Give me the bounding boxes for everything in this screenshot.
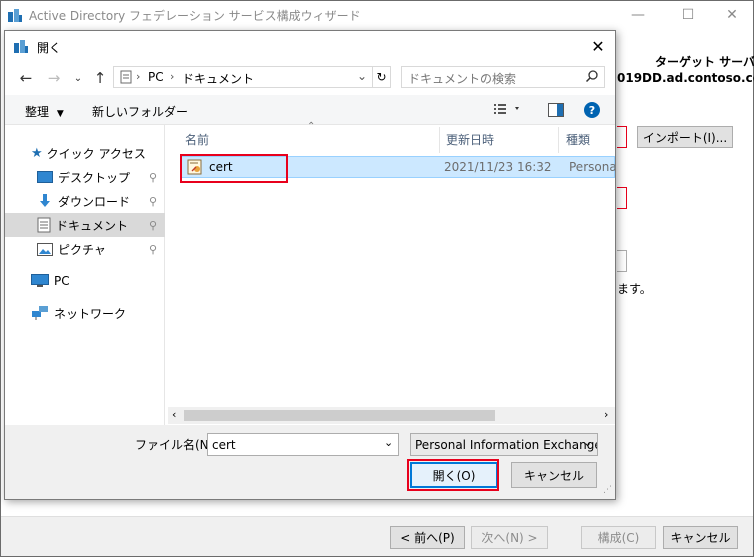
sidebar-item-label: ドキュメント [56,218,129,233]
sidebar-item-label: デスクトップ [58,170,131,185]
scrollbar-thumb[interactable] [184,410,495,421]
close-icon[interactable]: ✕ [709,1,754,29]
maximize-icon[interactable]: ☐ [665,1,711,29]
sidebar-item-label: ピクチャ [58,242,106,257]
picture-icon [37,242,53,256]
sidebar-item-downloads[interactable]: ダウンロード ⚲ [5,189,165,213]
cert-dropdown-edge[interactable] [617,126,627,148]
dialog-titlebar: 開く ✕ [5,31,615,61]
cancel-button[interactable]: キャンセル [511,462,597,488]
up-arrow-icon[interactable]: ↑ [89,67,111,89]
sidebar-item-pc[interactable]: PC [5,269,165,293]
search-input[interactable]: ドキュメントの検索 [408,70,516,87]
scroll-left-icon[interactable]: ‹ [172,408,176,421]
file-type: Personal I [569,160,615,174]
download-icon [37,193,53,209]
document-icon [37,217,51,233]
dialog-close-icon[interactable]: ✕ [583,33,613,59]
target-server-name: 019DD.ad.contoso.com [617,71,754,85]
filename-dropdown-icon[interactable]: ⌄ [384,436,393,449]
configure-button[interactable]: 構成(C) [581,526,656,549]
column-header-type[interactable]: 種類 [566,131,590,151]
star-icon: ★ [31,145,43,161]
sort-up-icon: ⌃ [307,121,316,132]
prev-button[interactable]: < 前へ(P) [390,526,465,549]
next-button[interactable]: 次へ(N) > [471,526,548,549]
column-divider[interactable] [439,127,440,153]
sidebar-item-network[interactable]: ネットワーク [5,301,165,325]
minimize-icon[interactable]: — [615,1,661,29]
navigation-pane: ★ クイック アクセス デスクトップ ⚲ ダウンロード ⚲ ドキュメント ⚲ ピ… [5,125,165,425]
organize-chevron-icon: ▼ [56,109,64,119]
wizard-description-text: ます。 [617,282,652,296]
column-header-name[interactable]: 名前 [185,131,209,151]
breadcrumb-separator-icon: › [136,70,141,83]
dialog-app-icon [13,38,29,57]
breadcrumb-pc[interactable]: PC [148,70,164,84]
organize-button[interactable]: 整理 ▼ [25,103,64,120]
filename-label: ファイル名(N): [135,438,218,452]
recent-chevron-icon[interactable]: ⌄ [67,67,89,89]
svg-text:?: ? [589,104,595,117]
pin-icon[interactable]: ⚲ [149,219,157,232]
sidebar-item-pictures[interactable]: ピクチャ ⚲ [5,237,165,261]
sidebar-item-label: ダウンロード [58,194,131,209]
sidebar-item-desktop[interactable]: デスクトップ ⚲ [5,165,165,189]
back-arrow-icon[interactable]: ← [15,67,37,89]
file-type-dropdown-icon[interactable]: ⌄ [583,436,592,449]
network-icon [31,305,49,321]
search-icon[interactable] [585,69,599,86]
wizard-titlebar: Active Directory フェデレーション サービス構成ウィザード — … [1,1,753,29]
scroll-right-icon[interactable]: › [604,408,608,421]
field-edge[interactable] [617,250,627,272]
filename-input[interactable]: cert ⌄ [207,433,399,456]
filename-value: cert [212,437,236,452]
sidebar-item-documents[interactable]: ドキュメント ⚲ [5,213,165,237]
organize-label: 整理 [25,105,50,119]
field-edge-red[interactable] [617,187,627,209]
new-folder-button[interactable]: 新しいフォルダー [92,103,188,120]
forward-arrow-icon[interactable]: → [43,67,65,89]
address-bar[interactable]: › PC › ドキュメント ⌄ ↻ [113,66,391,88]
refresh-icon[interactable]: ↻ [372,67,390,87]
search-box[interactable]: ドキュメントの検索 [401,66,605,88]
address-dropdown-icon[interactable]: ⌄ [357,69,367,83]
sidebar-item-label: ネットワーク [54,306,127,321]
breadcrumb-separator-icon: › [170,70,175,83]
file-type-select[interactable]: Personal Information Exchange ⌄ [410,433,598,456]
wizard-cancel-button[interactable]: キャンセル [663,526,738,549]
import-button[interactable]: インポート(I)... [637,126,733,148]
dialog-bottom-area: ファイル名(N): cert ⌄ Personal Information Ex… [5,425,615,499]
horizontal-scrollbar[interactable]: ‹ › [168,407,615,424]
highlight-cert-file [180,154,288,183]
sidebar-item-label: クイック アクセス [46,146,146,161]
pin-icon[interactable]: ⚲ [149,195,157,208]
breadcrumb-documents[interactable]: ドキュメント [182,70,254,87]
sidebar-item-quick-access[interactable]: ★ クイック アクセス [5,141,165,165]
view-options-icon[interactable] [493,101,523,120]
sidebar-item-label: PC [54,274,70,288]
target-server-header: ターゲット サーバー [655,55,754,69]
resize-grip-icon[interactable]: ⋰ [603,485,612,495]
column-header-date[interactable]: 更新日時 [446,131,494,151]
preview-pane-icon[interactable] [548,103,564,120]
open-file-dialog: 開く ✕ ← → ⌄ ↑ › PC › ドキュメント ⌄ ↻ ドキュメントの検索… [4,30,616,500]
dialog-title: 開く [37,41,62,55]
pc-icon [31,274,49,288]
pc-folder-icon [120,70,132,87]
wizard-footer: < 前へ(P) 次へ(N) > 構成(C) キャンセル [1,516,753,556]
adfs-app-icon [7,7,23,26]
file-type-value: Personal Information Exchange [415,437,598,452]
column-divider[interactable] [558,127,559,153]
pin-icon[interactable]: ⚲ [149,171,157,184]
highlight-open-button [407,459,499,491]
pin-icon[interactable]: ⚲ [149,243,157,256]
help-icon[interactable]: ? [584,102,600,121]
wizard-title: Active Directory フェデレーション サービス構成ウィザード [29,9,361,23]
file-date: 2021/11/23 16:32 [444,160,552,174]
desktop-icon [37,170,53,184]
